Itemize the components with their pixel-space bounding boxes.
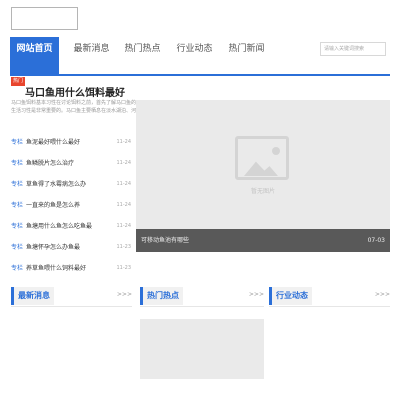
list-date: 11-23	[116, 244, 131, 250]
list-item[interactable]: 专栏 一直来的鱼是怎么养 11-24	[11, 195, 131, 216]
column-industry: 行业动态 >>>	[269, 287, 390, 307]
list-tag[interactable]: 专栏	[11, 223, 23, 230]
list-item[interactable]: 专栏 鱼塘用什么鱼怎么吃鱼最 11-24	[11, 216, 131, 237]
tab-hot-news[interactable]: 热门新闻	[222, 37, 271, 76]
list-title[interactable]: 鱼塘怀孕怎么办鱼最	[26, 244, 80, 251]
list-tag[interactable]: 专栏	[11, 244, 23, 251]
search-input[interactable]: 请输入关键词搜索	[320, 42, 386, 56]
list-item[interactable]: 专栏 养草鱼喂什么饲料最好 11-23	[11, 258, 131, 279]
page: 网站首页 最新消息 热门热点 行业动态 热门新闻 请输入关键词搜索 热门 马口鱼…	[0, 0, 400, 400]
list-date: 11-24	[116, 160, 131, 166]
caption-title[interactable]: 可移动鱼池有哪些	[141, 237, 189, 244]
column-heading[interactable]: 热门热点	[140, 287, 183, 305]
list-date: 11-24	[116, 139, 131, 145]
hot-image[interactable]	[140, 319, 264, 379]
divider	[11, 306, 132, 307]
list-date: 11-24	[116, 223, 131, 229]
main-nav: 网站首页 最新消息 热门热点 行业动态 热门新闻 请输入关键词搜索	[10, 37, 390, 76]
sun-icon	[272, 147, 280, 155]
tab-hot-topics[interactable]: 热门热点	[118, 37, 167, 76]
column-latest: 最新消息 >>>	[11, 287, 132, 307]
list-title[interactable]: 一直来的鱼是怎么养	[26, 202, 80, 209]
list-date: 11-24	[116, 181, 131, 187]
list-item[interactable]: 专栏 鱼泥最好喂什么最好 11-24	[11, 132, 131, 153]
list-tag[interactable]: 专栏	[11, 160, 23, 167]
more-link[interactable]: >>>	[375, 291, 390, 298]
divider	[269, 306, 390, 307]
hot-badge: 热门	[11, 77, 25, 86]
list-tag[interactable]: 专栏	[11, 202, 23, 209]
tab-home[interactable]: 网站首页	[10, 37, 59, 76]
divider	[140, 306, 264, 307]
tab-industry[interactable]: 行业动态	[170, 37, 219, 76]
list-title[interactable]: 鱼鳞脱片怎么治疗	[26, 160, 74, 167]
image-caption[interactable]: 可移动鱼池有哪些 07-03	[136, 229, 390, 252]
list-title[interactable]: 养草鱼喂什么饲料最好	[26, 265, 86, 272]
caption-date: 07-03	[367, 237, 385, 244]
list-date: 11-24	[116, 202, 131, 208]
placeholder-text: 暂无图片	[250, 188, 275, 195]
list-item[interactable]: 专栏 鱼鳞脱片怎么治疗 11-24	[11, 153, 131, 174]
list-date: 11-23	[116, 265, 131, 271]
article-list: 专栏 鱼泥最好喂什么最好 11-24 专栏 鱼鳞脱片怎么治疗 11-24 专栏 草鱼得了水…	[11, 132, 131, 279]
list-title[interactable]: 草鱼得了水霉病怎么办	[26, 181, 86, 188]
more-link[interactable]: >>>	[117, 291, 132, 298]
tab-latest-news[interactable]: 最新消息	[67, 37, 116, 76]
list-tag[interactable]: 专栏	[11, 265, 23, 272]
site-logo[interactable]	[11, 7, 78, 30]
more-link[interactable]: >>>	[249, 291, 264, 298]
featured-title[interactable]: 马口鱼用什么饵料最好	[25, 84, 125, 99]
list-tag[interactable]: 专栏	[11, 181, 23, 188]
column-heading[interactable]: 最新消息	[11, 287, 54, 305]
list-title[interactable]: 鱼塘用什么鱼怎么吃鱼最	[26, 223, 92, 230]
featured-description: 马口鱼饵料基本习性在讨论饵料之前，首先了解马口鱼的生活习性是非常重要的。马口鱼主…	[11, 100, 136, 114]
column-heading[interactable]: 行业动态	[269, 287, 312, 305]
list-title[interactable]: 鱼泥最好喂什么最好	[26, 139, 80, 146]
list-tag[interactable]: 专栏	[11, 139, 23, 146]
list-item[interactable]: 专栏 草鱼得了水霉病怎么办 11-24	[11, 174, 131, 195]
column-hot: 热门热点 >>>	[140, 287, 264, 307]
list-item[interactable]: 专栏 鱼塘怀孕怎么办鱼最 11-23	[11, 237, 131, 258]
